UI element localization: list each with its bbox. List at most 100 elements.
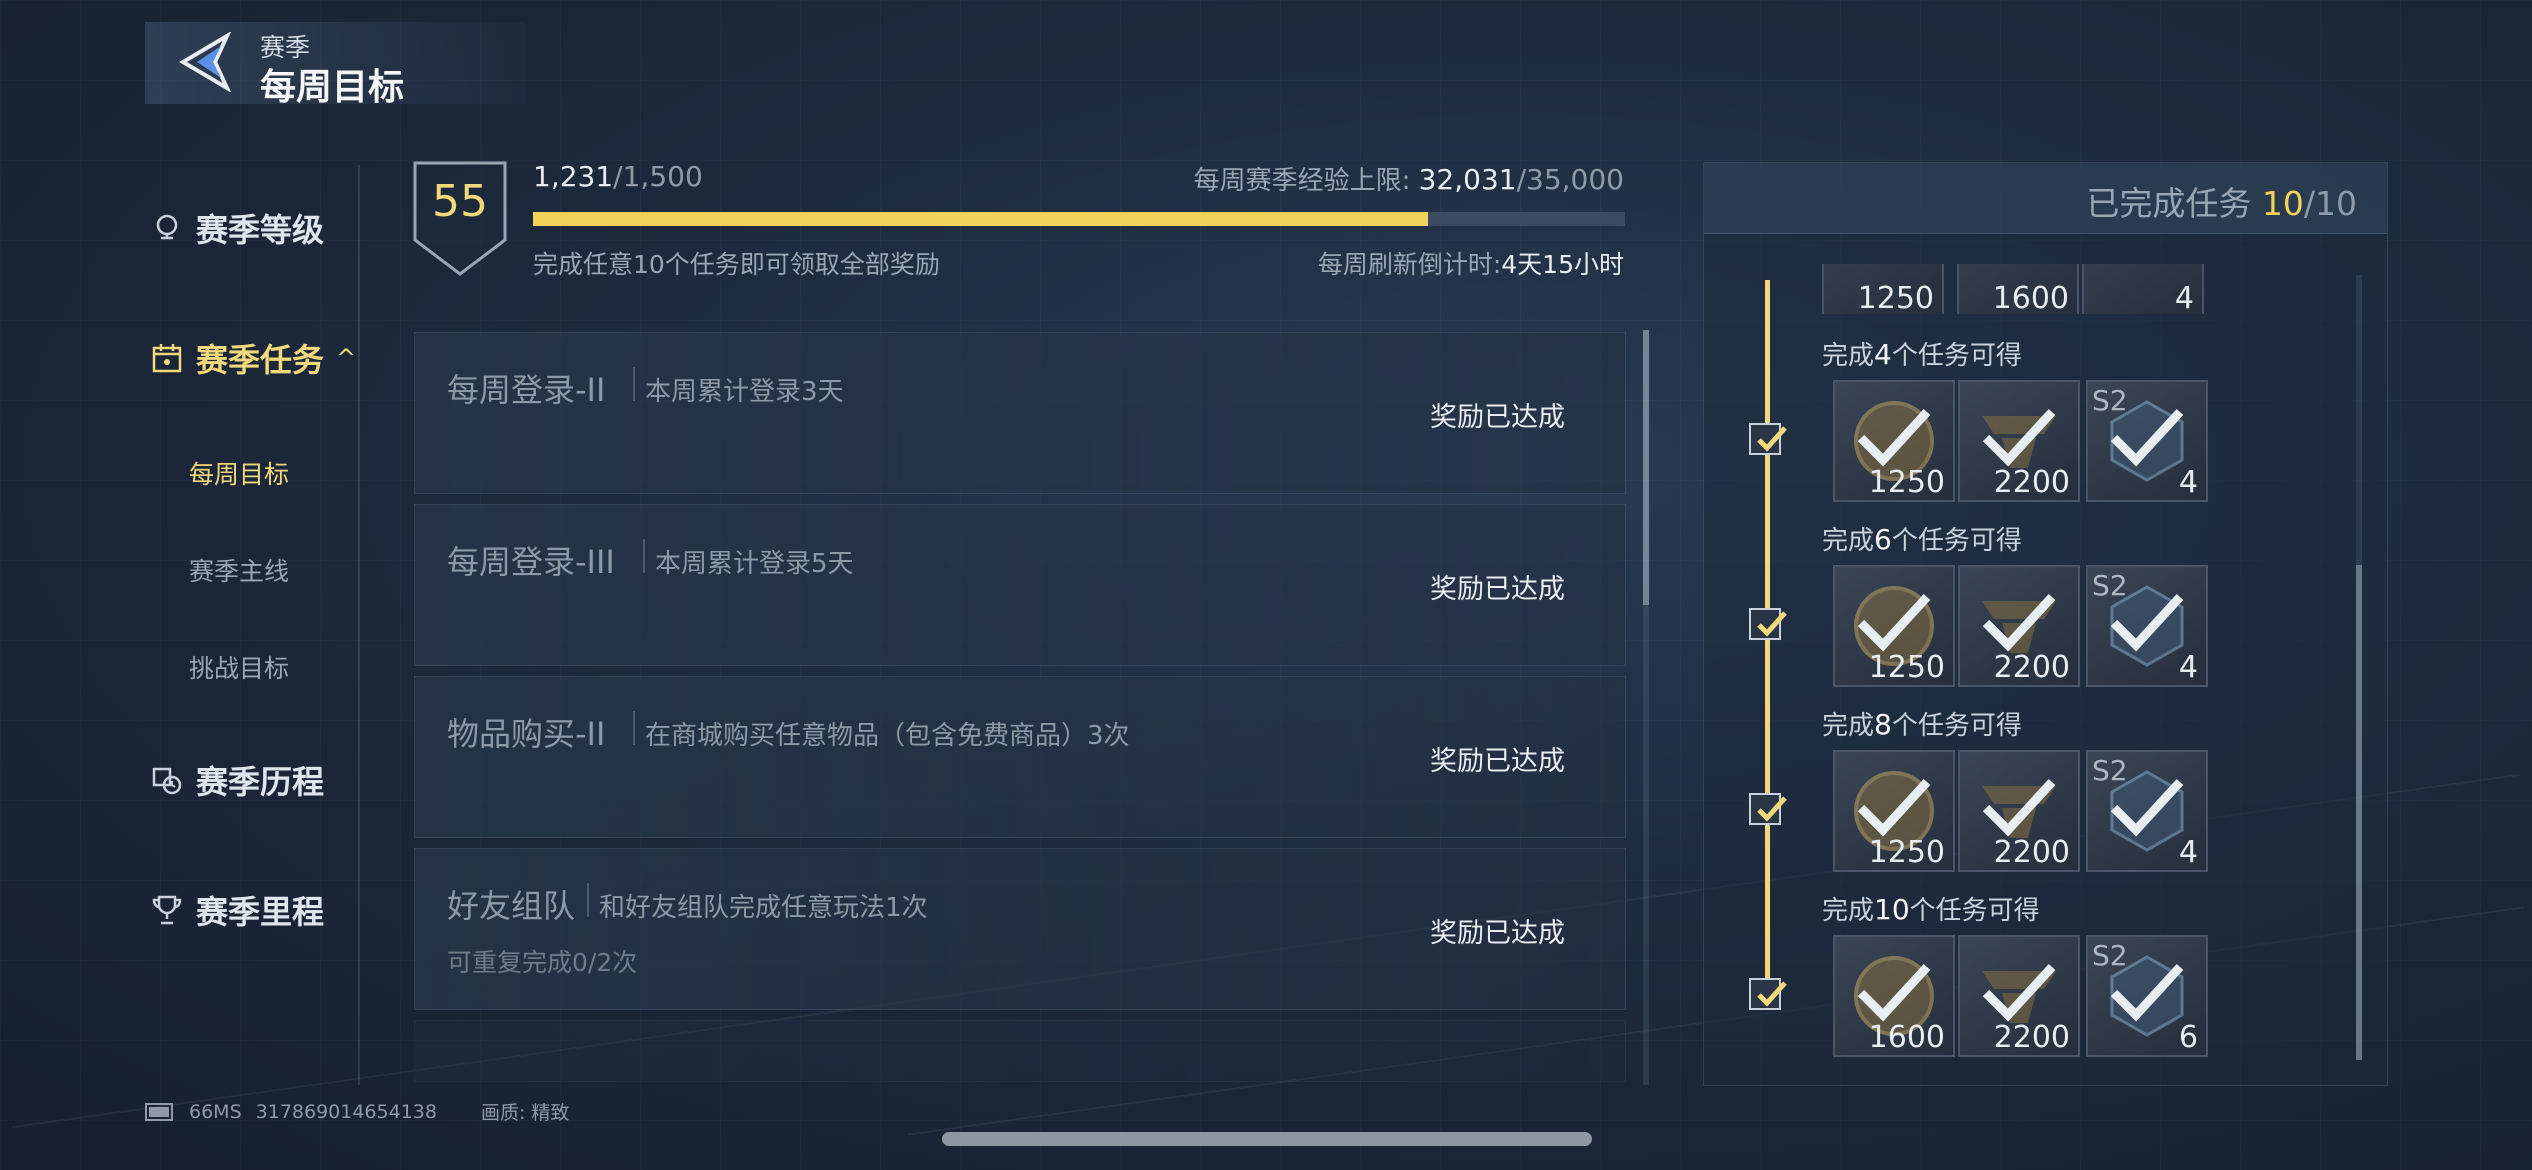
task-card[interactable] [414,1020,1626,1082]
claimed-checkmark-icon [1982,963,2056,1022]
milestone-title-part: 个任务可得 [1909,896,2040,926]
task-card[interactable]: 物品购买-II 在商城购买任意物品（包含免费商品）3次 奖励已达成 [414,676,1626,838]
claimed-checkmark-icon [1982,593,2056,652]
milestone-group-title: 完成10个任务可得 [1822,890,2040,927]
reward-amount: 4 [2178,465,2198,500]
reward-amount: 2200 [1993,1020,2070,1055]
milestone-title-part: 个任务可得 [1891,341,2022,371]
task-status: 奖励已达成 [1430,574,1565,605]
task-name: 每周登录-III [447,543,615,581]
reward-item[interactable]: S2 4 [2086,565,2208,687]
history-icon [152,767,182,795]
task-name: 每周登录-II [447,371,606,409]
reward-amount: 6 [2178,1020,2198,1055]
task-separator [633,711,635,745]
task-status: 奖励已达成 [1430,746,1565,777]
reward-amount: 4 [2178,650,2198,685]
completed-total: /10 [2303,184,2357,223]
home-indicator[interactable] [942,1132,1592,1146]
user-id: 317869014654138 [255,1100,437,1123]
sidebar-subitem-weekly-goals[interactable]: 每周目标 [189,455,289,491]
xp-current: 1,231 [533,160,614,193]
milestone-claimed-check-icon [1749,423,1787,455]
refresh-label: 每周刷新倒计时: [1317,250,1502,279]
reward-item[interactable]: 2200 [1958,935,2080,1057]
reward-item[interactable]: S2 4 [2086,750,2208,872]
weekly-cap-current: 32,031 [1418,163,1517,196]
reward-row-partial: 1250 1600 4 [1822,264,2222,314]
reward-item[interactable]: 4 [2082,264,2204,314]
task-description: 本周累计登录5天 [655,549,854,579]
reward-item[interactable]: 1250 [1833,380,1955,502]
xp-progress-fill [533,212,1429,226]
xp-total: /1,500 [613,160,703,193]
sidebar-item-label: 赛季任务 [196,341,325,379]
sidebar-item-season-history[interactable]: 赛季历程 [150,757,324,803]
task-separator [643,539,645,573]
reward-amount: 1600 [1992,281,2069,314]
refresh-countdown: 每周刷新倒计时:4天15小时 [1318,245,1624,281]
sidebar-subitem-season-main[interactable]: 赛季主线 [189,552,289,588]
milestone-group-title: 完成4个任务可得 [1822,335,2022,372]
claimed-checkmark-icon [1857,778,1931,837]
sidebar-item-season-level[interactable]: 赛季等级 [150,205,324,251]
reward-amount: 1600 [1868,1020,1945,1055]
reward-item[interactable]: 2200 [1958,565,2080,687]
weekly-cap-label: 每周赛季经验上限: [1193,166,1411,196]
milestone-title-part: 完成 [1822,711,1875,741]
ping-value: 66MS [189,1100,242,1123]
reward-amount: 1250 [1868,835,1945,870]
reward-item[interactable]: 1250 [1833,565,1955,687]
rewards-scroll-thumb[interactable] [2356,565,2362,1060]
reward-item[interactable]: 1250 [1833,750,1955,872]
milestone-title-part: 10 [1874,893,1910,926]
task-card[interactable]: 每周登录-II 本周累计登录3天 奖励已达成 [414,332,1626,494]
sidebar-item-label: 赛季历程 [196,763,325,801]
sidebar-divider [358,165,360,1085]
reward-item[interactable]: 1250 [1822,264,1944,314]
rewards-scrollbar[interactable] [2356,275,2362,1060]
task-card[interactable]: 每周登录-III 本周累计登录5天 奖励已达成 [414,504,1626,666]
completed-tasks-count: 已完成任务 10/10 [2086,177,2357,225]
task-list-scroll-thumb[interactable] [1643,330,1649,605]
milestone-title-part: 个任务可得 [1891,711,2022,741]
reward-amount: 1250 [1857,281,1934,314]
sidebar-item-label: 赛季等级 [196,211,325,249]
milestone-group-title: 完成8个任务可得 [1822,705,2022,742]
weekly-cap-total: /35,000 [1516,163,1624,196]
back-arrow-icon[interactable] [175,32,235,92]
xp-progress-text: 1,231/1,500 [533,160,703,193]
graphics-quality: 画质: 精致 [480,1102,570,1124]
claimed-checkmark-icon [1857,593,1931,652]
milestone-title-part: 完成 [1822,526,1875,556]
status-footer: 66MS 317869014654138 画质: 精致 [145,1098,569,1125]
task-separator [587,883,589,917]
task-status: 奖励已达成 [1430,918,1565,949]
reward-amount: 1250 [1868,650,1945,685]
reward-amount: 2200 [1993,835,2070,870]
reward-item[interactable]: 1600 [1957,264,2079,314]
reward-amount: 2200 [1993,650,2070,685]
milestone-claimed-check-icon [1749,608,1787,640]
trophy-outline-icon [156,214,178,240]
reward-item[interactable]: 2200 [1958,750,2080,872]
trophy-icon [152,895,182,925]
task-description: 本周累计登录3天 [645,377,844,407]
rewards-panel-header: 已完成任务 10/10 [1704,163,2387,234]
task-description: 在商城购买任意物品（包含免费商品）3次 [645,721,1130,751]
task-card[interactable]: 好友组队 和好友组队完成任意玩法1次 可重复完成0/2次 奖励已达成 [414,848,1626,1010]
reward-amount: 4 [2174,281,2194,314]
reward-item[interactable]: 2200 [1958,380,2080,502]
sidebar-subitem-challenge[interactable]: 挑战目标 [189,649,289,685]
task-list-scrollbar[interactable] [1643,330,1649,1085]
reward-item[interactable]: 1600 [1833,935,1955,1057]
sidebar-item-season-tasks[interactable]: 赛季任务 ^ [150,335,356,381]
milestone-title-part: 6 [1874,523,1892,556]
reward-amount: 1250 [1868,465,1945,500]
claimed-checkmark-icon [1857,408,1931,467]
reward-item[interactable]: S2 6 [2086,935,2208,1057]
reward-item[interactable]: S2 4 [2086,380,2208,502]
task-status: 奖励已达成 [1430,402,1565,433]
sidebar-item-season-milestone[interactable]: 赛季里程 [150,887,324,933]
claimed-checkmark-icon [2110,593,2184,652]
